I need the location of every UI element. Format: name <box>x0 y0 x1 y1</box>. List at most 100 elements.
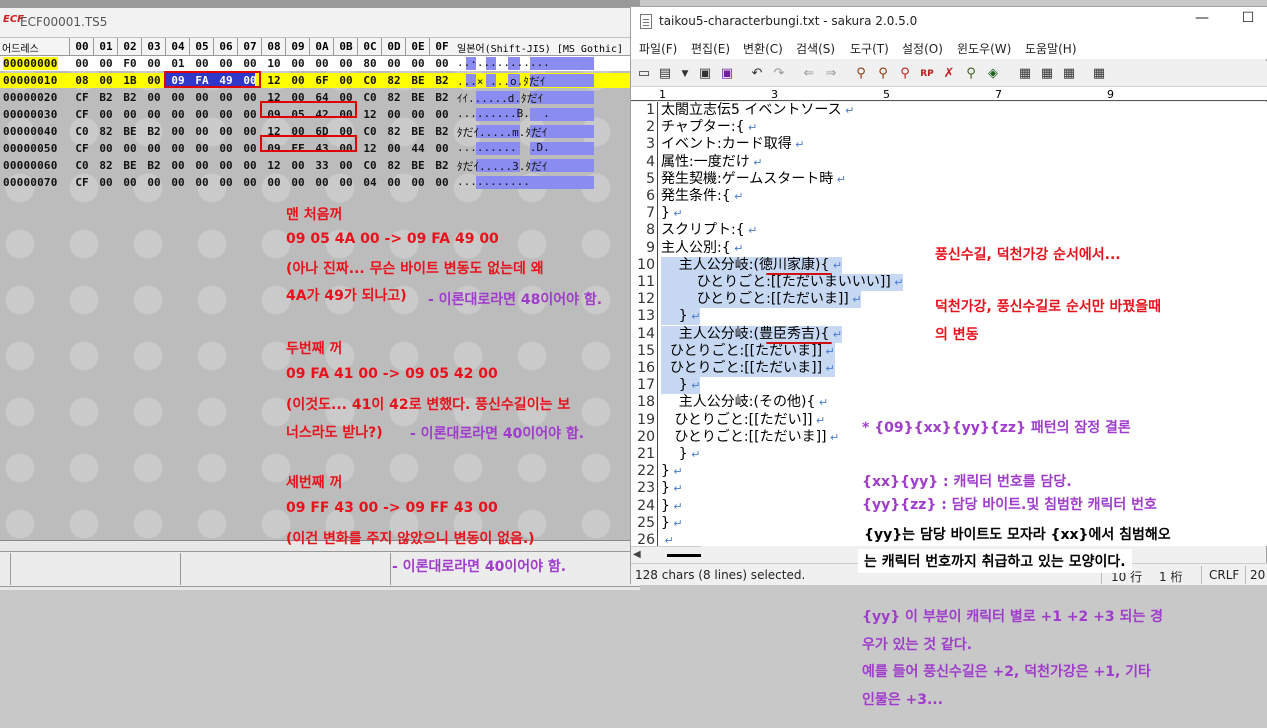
hex-byte[interactable]: F0 <box>119 57 141 70</box>
hex-byte[interactable]: B2 <box>143 125 165 138</box>
hex-byte[interactable]: C0 <box>71 159 93 172</box>
hex-byte[interactable]: 33 <box>311 159 333 172</box>
redo-icon[interactable]: ↷ <box>769 64 789 84</box>
hex-byte[interactable]: 00 <box>431 57 453 70</box>
hex-byte[interactable]: 12 <box>263 74 285 87</box>
hex-row[interactable]: 00000060 C0 82 BE B2 00 00 00 00 12 00 33 00 C0 82 BE B2… <box>0 158 640 173</box>
hex-byte[interactable]: 80 <box>359 57 381 70</box>
hex-byte[interactable]: BE <box>119 159 141 172</box>
hex-byte[interactable]: 82 <box>95 125 117 138</box>
hex-byte[interactable]: 00 <box>239 108 261 121</box>
text-line[interactable]: } ↵ <box>661 515 683 532</box>
hex-byte[interactable]: CF <box>71 91 93 104</box>
hex-byte[interactable]: 00 <box>311 176 333 189</box>
text-line[interactable]: イベント:カード取得 ↵ <box>661 136 804 153</box>
editor-titlebar[interactable]: taikou5-characterbungi.txt - sakura 2.0.… <box>631 7 1267 37</box>
hex-byte[interactable]: 00 <box>95 176 117 189</box>
hex-byte[interactable]: 00 <box>239 159 261 172</box>
hex-byte[interactable]: 00 <box>215 159 237 172</box>
text-line[interactable]: } ↵ <box>661 377 701 395</box>
menu-edit[interactable]: 편집(E) <box>691 40 730 57</box>
text-line[interactable]: ひとりごと:[[ただいまいいい]] ↵ <box>661 274 904 291</box>
hex-byte[interactable]: 00 <box>167 108 189 121</box>
hex-byte[interactable]: 00 <box>335 57 357 70</box>
hex-byte[interactable]: 00 <box>191 142 213 155</box>
previous-window-titlebar[interactable] <box>0 0 640 8</box>
hex-byte[interactable]: BE <box>407 125 429 138</box>
scroll-left-icon[interactable]: ◀ <box>633 549 641 560</box>
replace-icon[interactable]: RP <box>917 64 937 84</box>
hex-byte[interactable]: 00 <box>191 159 213 172</box>
hex-byte[interactable]: 00 <box>143 74 165 87</box>
menu-tools[interactable]: 도구(T) <box>850 40 889 57</box>
hex-byte[interactable]: C0 <box>359 74 381 87</box>
text-line[interactable]: ひとりごと:[[ただいま]] ↵ <box>661 342 835 360</box>
text-line[interactable]: チャプター:{ ↵ <box>661 119 757 136</box>
hex-byte[interactable]: 00 <box>215 91 237 104</box>
hex-byte[interactable]: CF <box>71 176 93 189</box>
hex-byte[interactable]: 00 <box>215 142 237 155</box>
text-line[interactable]: ひとりごと:[[ただいま]] ↵ <box>661 291 862 309</box>
hex-byte[interactable]: 00 <box>167 159 189 172</box>
hex-byte[interactable]: B2 <box>431 159 453 172</box>
hex-byte[interactable]: 00 <box>215 108 237 121</box>
compare-icon[interactable]: ▦ <box>1037 64 1057 84</box>
hex-byte[interactable]: 00 <box>119 108 141 121</box>
hex-byte[interactable]: 00 <box>167 142 189 155</box>
hex-byte[interactable]: 82 <box>383 91 405 104</box>
hex-byte[interactable]: 12 <box>359 108 381 121</box>
bookmark-icon[interactable]: ◈ <box>983 64 1003 84</box>
hex-byte[interactable]: 00 <box>431 142 453 155</box>
text-line[interactable]: 主人公分岐:(徳川家康){ ↵ <box>661 256 843 274</box>
hex-byte[interactable]: 00 <box>383 57 405 70</box>
hex-byte[interactable]: 00 <box>407 108 429 121</box>
hex-byte[interactable]: 01 <box>167 57 189 70</box>
text-line[interactable]: ひとりごと:[[ただい]] ↵ <box>661 412 825 429</box>
menu-file[interactable]: 파일(F) <box>639 40 677 57</box>
hex-byte[interactable]: 00 <box>95 142 117 155</box>
minimize-button[interactable]: — <box>1185 7 1219 31</box>
text-line[interactable]: 主人公分岐:(その他){ ↵ <box>661 394 828 411</box>
hex-byte[interactable]: 00 <box>335 74 357 87</box>
hex-byte[interactable]: 00 <box>167 176 189 189</box>
text-line[interactable]: } ↵ <box>661 463 683 480</box>
hex-byte[interactable]: CF <box>71 142 93 155</box>
hex-byte[interactable]: 00 <box>167 125 189 138</box>
text-line[interactable]: スクリプト:{ ↵ <box>661 222 757 239</box>
search-icon[interactable]: ⚲ <box>851 64 871 84</box>
hex-byte[interactable]: C0 <box>359 159 381 172</box>
hex-byte[interactable]: 82 <box>95 159 117 172</box>
settings-icon[interactable]: ▦ <box>1089 64 1109 84</box>
hex-byte[interactable]: 00 <box>335 176 357 189</box>
hex-byte[interactable]: 12 <box>263 159 285 172</box>
hex-byte[interactable]: 00 <box>263 176 285 189</box>
hex-row[interactable]: 00000070 CF 00 00 00 00 00 00 00 00 00 00 00 04 00 00 00… <box>0 175 640 190</box>
clear-mark-icon[interactable]: ✗ <box>939 64 959 84</box>
save-icon[interactable]: ▣ <box>695 64 715 84</box>
hex-byte[interactable]: 00 <box>119 176 141 189</box>
outline-icon[interactable]: ▦ <box>1015 64 1035 84</box>
hex-byte[interactable]: 00 <box>431 176 453 189</box>
hex-byte[interactable]: 00 <box>215 57 237 70</box>
new-file-icon[interactable]: ▭ <box>634 64 654 84</box>
menu-settings[interactable]: 설정(O) <box>902 40 943 57</box>
hex-byte[interactable]: 00 <box>239 125 261 138</box>
hex-byte[interactable]: BE <box>407 74 429 87</box>
maximize-button[interactable]: ☐ <box>1231 7 1265 31</box>
hex-editor-titlebar[interactable]: ECF ECF00001.TS5 <box>0 8 640 38</box>
hex-byte[interactable]: B2 <box>431 74 453 87</box>
hex-byte[interactable]: 00 <box>287 159 309 172</box>
open-folder-icon[interactable]: ▤ <box>655 64 675 84</box>
search-next-icon[interactable]: ⚲ <box>873 64 893 84</box>
hex-byte[interactable]: C0 <box>71 125 93 138</box>
hex-byte[interactable]: 00 <box>215 176 237 189</box>
undo-icon[interactable]: ↶ <box>747 64 767 84</box>
hex-byte[interactable]: B2 <box>431 91 453 104</box>
hex-byte[interactable]: 00 <box>95 108 117 121</box>
menu-convert[interactable]: 변환(C) <box>743 40 783 57</box>
hex-byte[interactable]: 00 <box>143 57 165 70</box>
hex-byte[interactable]: 00 <box>287 74 309 87</box>
hex-byte[interactable]: 00 <box>431 108 453 121</box>
hex-byte[interactable]: 00 <box>287 176 309 189</box>
menu-help[interactable]: 도움말(H) <box>1025 40 1077 57</box>
